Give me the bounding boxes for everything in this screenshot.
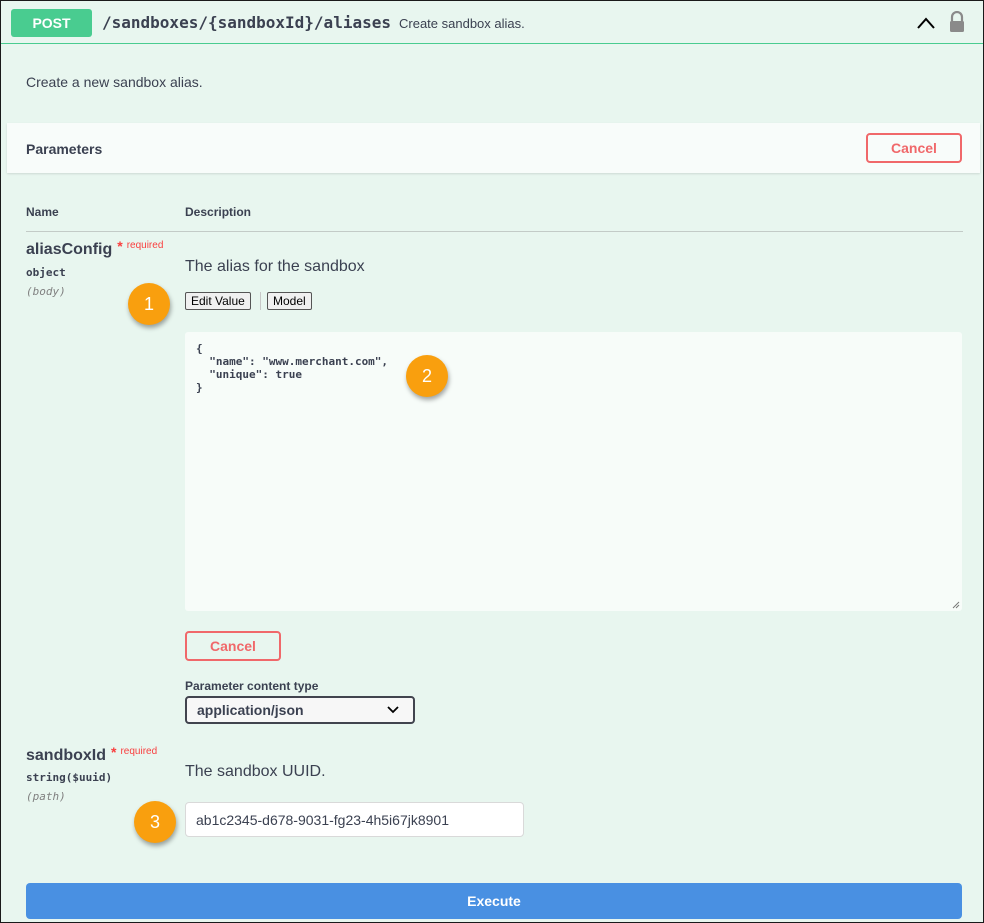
endpoint-path: /sandboxes/{sandboxId}/aliases [102,13,391,32]
cancel-try-out-button[interactable]: Cancel [866,133,962,163]
chevron-up-icon[interactable] [915,15,937,31]
param-description: The alias for the sandbox [185,258,365,275]
required-label: required [120,746,158,757]
endpoint-summary: Create sandbox alias. [399,16,525,31]
callout-badge-1: 1 [128,283,170,325]
required-star: * [111,744,117,760]
param-name-text: sandboxId [26,747,107,764]
chevron-down-icon [387,706,399,714]
tab-divider [260,292,261,310]
operation-description: Create a new sandbox alias. [26,74,203,90]
required-label: required [126,240,164,251]
column-header-name: Name [26,205,59,219]
content-type-value: application/json [197,702,304,718]
content-type-label: Parameter content type [185,679,319,693]
request-body-text: { "name": "www.merchant.com", "unique": … [196,342,389,394]
execute-button[interactable]: Execute [26,883,962,919]
param-description: The sandbox UUID. [185,763,326,780]
cancel-edit-button[interactable]: Cancel [185,631,281,661]
param-name-sandboxid: sandboxId * required [26,744,158,765]
model-tab[interactable]: Model [267,292,312,310]
request-body-editor[interactable]: { "name": "www.merchant.com", "unique": … [185,332,962,611]
operation-panel: POST /sandboxes/{sandboxId}/aliases Crea… [0,0,984,923]
parameters-title: Parameters [26,141,103,157]
callout-badge-3: 3 [134,801,176,843]
operation-header[interactable]: POST /sandboxes/{sandboxId}/aliases Crea… [1,1,983,44]
callout-badge-2: 2 [406,355,448,397]
parameters-bar: Parameters Cancel [7,123,980,173]
param-name-aliasconfig: aliasConfig * required [26,238,164,259]
resize-handle-icon[interactable] [952,601,960,609]
edit-value-tab[interactable]: Edit Value [185,292,251,310]
header-divider [26,231,963,232]
param-type: string($uuid) [26,771,113,784]
param-name-text: aliasConfig [26,241,113,258]
content-type-select[interactable]: application/json [185,696,415,724]
param-location: (body) [26,285,66,298]
param-type: object [26,266,66,279]
param-location: (path) [26,790,66,803]
sandbox-id-input[interactable] [185,802,524,837]
http-method-badge: POST [11,9,92,37]
column-header-description: Description [185,205,252,219]
required-star: * [117,238,123,254]
lock-icon[interactable] [948,11,966,33]
